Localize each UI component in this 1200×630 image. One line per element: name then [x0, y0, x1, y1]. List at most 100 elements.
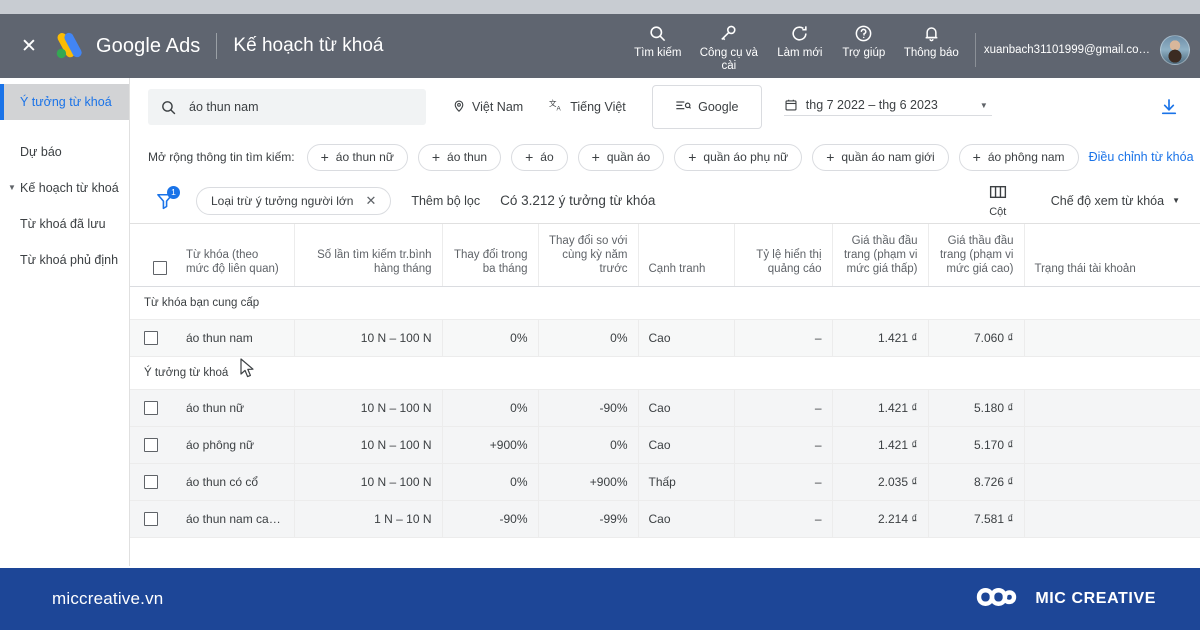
expand-chip-5[interactable]: + quần áo phụ nữ: [674, 143, 803, 171]
avatar[interactable]: [1160, 35, 1190, 65]
cell-change-3m: +900%: [442, 426, 539, 464]
expand-chip-6[interactable]: + quần áo nam giới: [812, 143, 949, 171]
expand-chip-3[interactable]: + áo: [511, 143, 568, 171]
expand-chip-7[interactable]: + áo phông nam: [958, 143, 1079, 171]
network-label: Google: [698, 100, 739, 114]
cell-change-3m: -90%: [442, 500, 539, 538]
expand-chip-4[interactable]: + quần áo: [577, 143, 665, 171]
table-row[interactable]: áo thun nữ 10 N – 100 N 0% -90% Cao – 1.…: [130, 389, 1200, 427]
plus-icon: +: [972, 149, 981, 165]
cell-account-status: [1024, 389, 1200, 427]
column-header-change-3m[interactable]: Thay đổi trong ba tháng: [442, 224, 539, 287]
column-header-bid-low[interactable]: Giá thầu đầu trang (phạm vi mức giá thấp…: [832, 224, 929, 287]
row-checkbox[interactable]: [144, 511, 158, 526]
language-selector[interactable]: 文 A Tiếng Việt: [549, 98, 626, 116]
cell-change-3m: 0%: [442, 463, 539, 501]
row-checkbox[interactable]: [144, 400, 158, 415]
location-pin-icon: [452, 99, 466, 116]
cell-bid-high: 5.180 ₫: [928, 389, 1025, 427]
cell-competition: Cao: [638, 426, 735, 464]
row-select-cell: [130, 389, 176, 427]
active-filter-chip[interactable]: Loại trừ ý tưởng người lớn ✕: [196, 186, 392, 215]
chip-label: áo: [540, 150, 554, 164]
screenshot-root: ✕ Google Ads Kế hoạch từ khoá Tìm kiếm C…: [0, 0, 1200, 630]
table-group-label: Ý tưởng từ khoá: [130, 356, 1200, 390]
header-left-group: ✕ Google Ads Kế hoạch từ khoá: [0, 31, 383, 61]
close-icon[interactable]: ✕: [16, 33, 42, 59]
header-action-tools[interactable]: Công cụ và cài: [690, 22, 768, 72]
cell-competition: Cao: [638, 500, 735, 538]
account-email[interactable]: xuanbach31101999@gmail.co…: [984, 44, 1150, 56]
table-group-label: Từ khóa bạn cung cấp: [130, 286, 1200, 320]
plus-icon: +: [320, 149, 329, 165]
column-header-impression-share[interactable]: Tỷ lệ hiển thị quảng cáo: [734, 224, 833, 287]
expand-chip-1[interactable]: + áo thun nữ: [306, 143, 408, 171]
chip-label: quần áo: [606, 150, 651, 164]
filter-button[interactable]: 1: [148, 185, 182, 216]
svg-text:文: 文: [549, 98, 557, 108]
refresh-icon: [790, 22, 809, 44]
main-content: áo thun nam Việt Nam 文 A Tiếng Việt Goog…: [130, 78, 1200, 566]
table-row[interactable]: áo thun có cổ 10 N – 100 N 0% +900% Thấp…: [130, 463, 1200, 501]
brand-name: Google Ads: [96, 34, 201, 57]
sidebar-item-label: Kế hoạch từ khoá: [20, 181, 119, 195]
row-select-cell: [130, 500, 176, 538]
header-action-help[interactable]: Trợ giúp: [832, 22, 896, 60]
column-header-change-yoy[interactable]: Thay đổi so với cùng kỳ năm trước: [538, 224, 639, 287]
close-icon[interactable]: ✕: [365, 194, 376, 207]
column-header-competition[interactable]: Cạnh tranh: [638, 224, 735, 287]
result-count: Có 3.212 ý tưởng từ khóa: [500, 193, 656, 208]
cell-avg-searches: 10 N – 100 N: [294, 463, 443, 501]
cell-change-yoy: 0%: [538, 319, 639, 357]
cell-change-yoy: -90%: [538, 389, 639, 427]
calendar-icon: [784, 98, 798, 112]
header-action-refresh[interactable]: Làm mới: [768, 22, 832, 60]
header-action-notifications[interactable]: Thông báo: [896, 22, 967, 60]
view-mode-selector[interactable]: Chế độ xem từ khóa ▼: [1051, 194, 1180, 208]
location-selector[interactable]: Việt Nam: [452, 99, 523, 116]
row-checkbox[interactable]: [144, 330, 158, 345]
cell-bid-low: 2.035 ₫: [832, 463, 929, 501]
download-button[interactable]: [1156, 94, 1182, 120]
page-title: Kế hoạch từ khoá: [233, 35, 384, 56]
table-row[interactable]: áo thun nam ca… 1 N – 10 N -90% -99% Cao…: [130, 500, 1200, 538]
columns-button[interactable]: Cột: [977, 184, 1019, 218]
cell-competition: Cao: [638, 389, 735, 427]
svg-text:A: A: [557, 106, 562, 113]
sidebar-item-negative-keywords[interactable]: Từ khoá phủ định: [0, 242, 129, 278]
column-header-keyword[interactable]: Từ khóa (theo mức độ liên quan): [176, 224, 295, 287]
sidebar-item-forecast[interactable]: Dự báo: [0, 134, 129, 170]
column-header-bid-high[interactable]: Giá thầu đầu trang (phạm vi mức giá cao): [928, 224, 1025, 287]
sidebar-item-label: Dự báo: [20, 145, 62, 159]
sidebar-item-keyword-ideas[interactable]: Ý tưởng từ khoá: [0, 84, 129, 120]
filter-toolbar: 1 Loại trừ ý tưởng người lớn ✕ Thêm bộ l…: [130, 178, 1200, 224]
cell-account-status: [1024, 319, 1200, 357]
column-header-account-status[interactable]: Trạng thái tài khoản: [1024, 224, 1200, 287]
network-selector[interactable]: Google: [651, 85, 762, 129]
search-toolbar: áo thun nam Việt Nam 文 A Tiếng Việt Goog…: [130, 78, 1200, 136]
footer-bar: miccreative.vn MIC CREATIVE: [0, 568, 1200, 630]
sidebar-separator: [0, 120, 129, 134]
expand-search-label: Mở rộng thông tin tìm kiếm:: [148, 150, 295, 164]
cell-account-status: [1024, 426, 1200, 464]
location-label: Việt Nam: [472, 100, 524, 114]
table-row[interactable]: áo phông nữ 10 N – 100 N +900% 0% Cao – …: [130, 426, 1200, 464]
footer-website: miccreative.vn: [52, 589, 164, 608]
expand-chip-2[interactable]: + áo thun: [417, 143, 502, 171]
header-action-search[interactable]: Tìm kiếm: [626, 22, 690, 60]
chevron-down-icon: ▼: [979, 100, 988, 110]
table-row[interactable]: áo thun nam 10 N – 100 N 0% 0% Cao – 1.4…: [130, 319, 1200, 357]
column-header-avg-searches[interactable]: Số lần tìm kiếm tr.bình hàng tháng: [294, 224, 443, 287]
search-input[interactable]: áo thun nam: [148, 89, 426, 125]
date-range-selector[interactable]: thg 7 2022 – thg 6 2023 ▼: [783, 98, 992, 116]
adjust-keywords-link[interactable]: Điều chỉnh từ khóa: [1089, 150, 1194, 164]
add-filter-button[interactable]: Thêm bộ lọc: [411, 194, 480, 208]
row-checkbox[interactable]: [144, 437, 158, 452]
select-all-checkbox[interactable]: [153, 261, 167, 276]
row-checkbox[interactable]: [144, 474, 158, 489]
cell-avg-searches: 10 N – 100 N: [294, 426, 443, 464]
cell-keyword: áo thun nữ: [176, 389, 295, 427]
sidebar-item-saved-keywords[interactable]: Từ khoá đã lưu: [0, 206, 129, 242]
sidebar-item-keyword-plan[interactable]: ▼ Kế hoạch từ khoá: [0, 170, 129, 206]
table-header-row: Từ khóa (theo mức độ liên quan) Số lần t…: [130, 224, 1200, 287]
